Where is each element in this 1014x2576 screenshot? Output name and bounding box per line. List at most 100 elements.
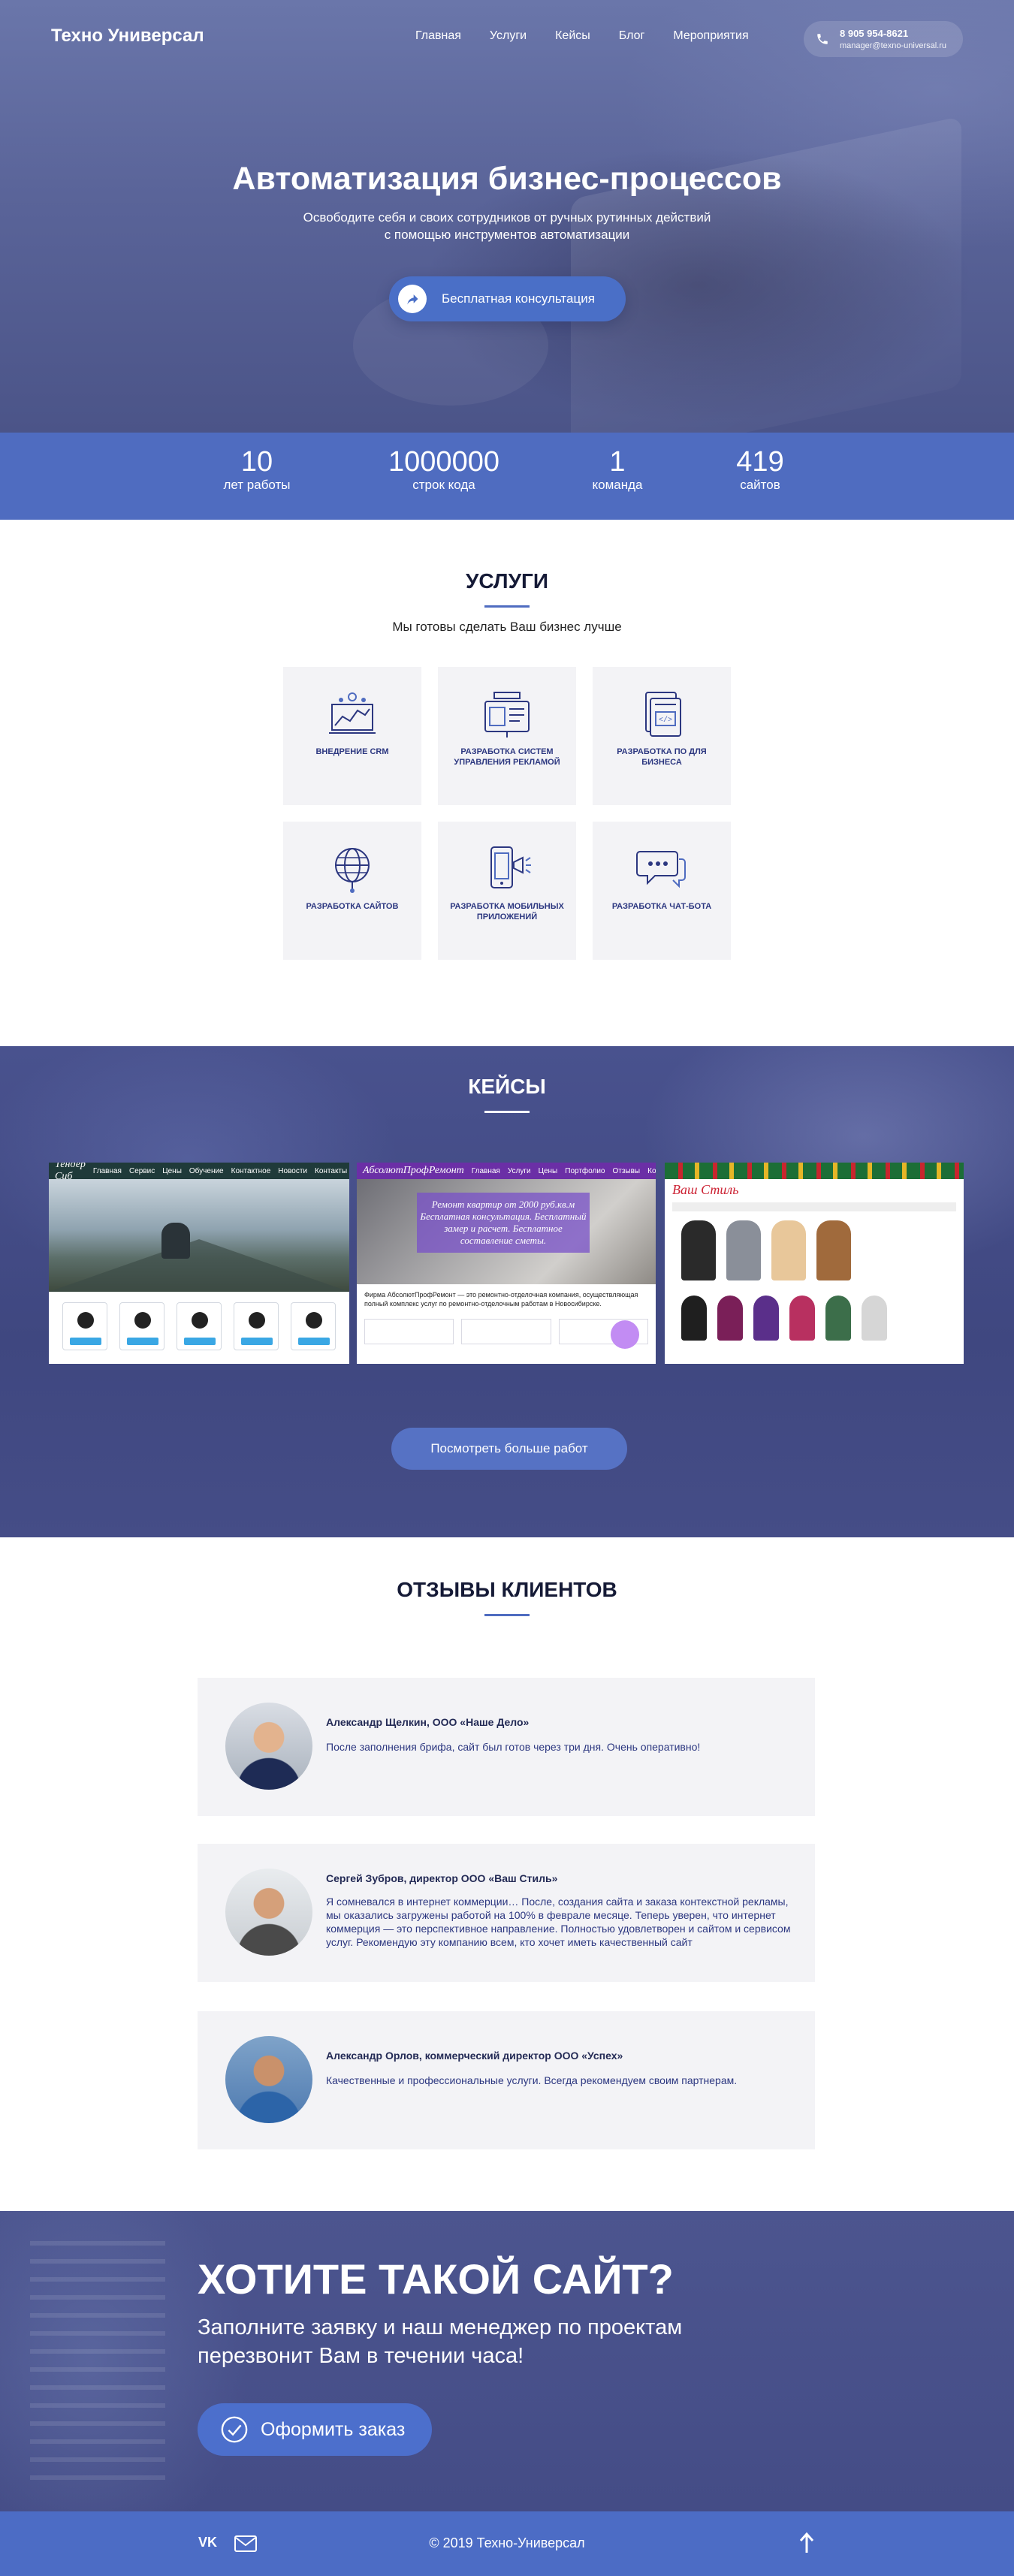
order-background-ui — [30, 2241, 165, 2489]
case3-product — [681, 1296, 707, 1341]
stat-sites-label: сайтов — [740, 478, 780, 492]
case3-products-row-2 — [665, 1288, 964, 1348]
more-works-button[interactable]: Посмотреть больше работ — [391, 1428, 627, 1470]
cases-title-underline — [484, 1111, 530, 1113]
services-title-underline — [484, 605, 530, 608]
ad-system-icon — [484, 692, 530, 738]
contact-phone[interactable]: 8 905 954-8621 — [840, 28, 908, 39]
footer: VK © 2019 Техно-Универсал — [0, 2511, 1014, 2576]
header: Техно Универсал Главная Услуги Кейсы Бло… — [0, 0, 1014, 75]
case2-callback-icon — [611, 1320, 639, 1349]
nav-blog[interactable]: Блог — [619, 29, 645, 43]
case2-nav-item: Портфолио — [565, 1166, 605, 1175]
contact-email[interactable]: manager@texno-universal.ru — [840, 41, 946, 50]
free-consultation-label: Бесплатная консультация — [442, 291, 595, 306]
case2-banner: Ремонт квартир от 2000 руб.кв.м Бесплатн… — [417, 1193, 590, 1253]
case2-nav-item: Цены — [538, 1166, 558, 1175]
case3-navbar — [672, 1202, 956, 1211]
free-consultation-button[interactable]: Бесплатная консультация — [389, 276, 626, 321]
case1-feature-icons — [49, 1292, 349, 1361]
service-websites-label: РАЗРАБОТКА САЙТОВ — [306, 902, 399, 911]
services-section: УСЛУГИ Мы готовы сделать Ваш бизнес лучш… — [0, 520, 1014, 1046]
case1-hero-image — [49, 1179, 349, 1292]
case2-nav-item: Главная — [471, 1166, 500, 1175]
review-card: Александр Щелкин, ООО «Наше Дело» После … — [198, 1678, 815, 1816]
case2-nav-item: Отзывы — [612, 1166, 641, 1175]
case1-nav-item: Новости — [278, 1166, 307, 1175]
service-crm[interactable]: ВНЕДРЕНИЕ CRM — [283, 667, 421, 805]
case-card-absolut-prof-remont[interactable]: АбсолютПрофРемонт Главная Услуги Цены По… — [357, 1163, 656, 1364]
service-mobile-apps[interactable]: РАЗРАБОТКА МОБИЛЬНЫХ ПРИЛОЖЕНИЙ — [438, 822, 576, 960]
case2-navbar: АбсолютПрофРемонт Главная Услуги Цены По… — [357, 1163, 656, 1179]
review-author: Сергей Зубров, директор ООО «Ваш Стиль» — [326, 1872, 558, 1884]
stat-years-label: лет работы — [223, 478, 291, 492]
scroll-up-icon[interactable] — [798, 2532, 816, 2554]
case1-nav-item: Обучение — [189, 1166, 224, 1175]
avatar — [225, 1703, 312, 1790]
case2-brand: АбсолютПрофРемонт — [363, 1165, 464, 1176]
stat-sites-value: 419 — [736, 446, 784, 478]
place-order-button[interactable]: Оформить заказ — [198, 2403, 432, 2456]
order-subtitle: Заполните заявку и наш менеджер по проек… — [198, 2315, 683, 2368]
case1-nav-item: Сервис — [128, 1166, 155, 1175]
hero-section: Техно Универсал Главная Услуги Кейсы Бло… — [0, 0, 1014, 433]
mobile-app-icon — [490, 846, 531, 888]
contact-pill[interactable]: 8 905 954-8621 manager@texno-universal.r… — [804, 21, 963, 57]
stat-years-value: 10 — [240, 446, 273, 478]
case3-product — [681, 1220, 716, 1280]
chat-bubble-icon — [636, 851, 686, 888]
service-crm-label: ВНЕДРЕНИЕ CRM — [315, 747, 389, 756]
case2-description: Фирма АбсолютПрофРемонт — это ремонтно-о… — [364, 1291, 638, 1308]
nav-events[interactable]: Мероприятия — [673, 29, 748, 43]
review-text: Я сомневался в интернет коммерции… После… — [326, 1896, 791, 1948]
nav-home[interactable]: Главная — [415, 29, 461, 43]
main-nav: Главная Услуги Кейсы Блог Мероприятия — [415, 29, 749, 43]
svg-text:</>: </> — [659, 716, 672, 725]
case2-nav-item: Контакты — [647, 1166, 656, 1175]
service-business-software[interactable]: </> РАЗРАБОТКА ПО ДЛЯ БИЗНЕСА — [593, 667, 731, 805]
services-grid: ВНЕДРЕНИЕ CRM РАЗРАБОТКА СИСТЕМ УПРАВЛЕН… — [283, 667, 731, 960]
services-tagline: Мы готовы сделать Ваш бизнес лучше — [392, 620, 622, 634]
service-chatbot[interactable]: РАЗРАБОТКА ЧАТ-БОТА — [593, 822, 731, 960]
share-arrow-icon — [398, 285, 427, 313]
service-mobile-apps-label: РАЗРАБОТКА МОБИЛЬНЫХ ПРИЛОЖЕНИЙ — [450, 902, 564, 922]
review-author: Александр Орлов, коммерческий директор О… — [326, 2050, 623, 2062]
case1-feature-pie-icon — [62, 1302, 107, 1350]
service-websites[interactable]: РАЗРАБОТКА САЙТОВ — [283, 822, 421, 960]
review-author: Александр Щелкин, ООО «Наше Дело» — [326, 1716, 530, 1728]
site-logo[interactable]: Техно Универсал — [51, 26, 204, 47]
service-ad-systems[interactable]: РАЗРАБОТКА СИСТЕМ УПРАВЛЕНИЯ РЕКЛАМОЙ — [438, 667, 576, 805]
avatar — [225, 1869, 312, 1956]
case3-product — [726, 1220, 761, 1280]
case3-product — [816, 1220, 851, 1280]
avatar — [225, 2036, 312, 2123]
case1-feature-target-icon — [234, 1302, 279, 1350]
case1-mountain-shape — [49, 1239, 349, 1292]
review-card: Сергей Зубров, директор ООО «Ваш Стиль» … — [198, 1844, 815, 1982]
phone-icon — [817, 34, 828, 44]
stat-team-label: команда — [592, 478, 643, 492]
case2-nav-item: Услуги — [507, 1166, 531, 1175]
crm-dashboard-icon — [329, 692, 376, 734]
reviews-section: ОТЗЫВЫ КЛИЕНТОВ Александр Щелкин, ООО «Н… — [0, 1537, 1014, 2211]
case-card-vash-stil[interactable]: Ваш Стиль — [665, 1163, 964, 1364]
copyright: © 2019 Техно-Универсал — [429, 2535, 585, 2550]
case3-products-row-1 — [665, 1213, 964, 1288]
stat-years: 10 лет работы — [216, 446, 297, 493]
stat-code-lines: 1000000 строк кода — [376, 446, 512, 493]
case1-feature-pen-icon — [177, 1302, 222, 1350]
case3-product — [789, 1296, 815, 1341]
code-document-icon: </> — [645, 692, 681, 737]
case1-nav-item: Контактное — [231, 1166, 271, 1175]
case1-nav-item: Цены — [162, 1166, 182, 1175]
service-chatbot-label: РАЗРАБОТКА ЧАТ-БОТА — [611, 902, 712, 911]
nav-cases[interactable]: Кейсы — [555, 29, 590, 43]
case2-hero-image: Ремонт квартир от 2000 руб.кв.м Бесплатн… — [357, 1179, 656, 1284]
service-business-software-label: РАЗРАБОТКА ПО ДЛЯ БИЗНЕСА — [617, 747, 707, 767]
order-cta-section: ХОТИТЕ ТАКОЙ САЙТ? Заполните заявку и на… — [0, 2211, 1014, 2511]
stat-team: 1 команда — [580, 446, 655, 493]
case-card-tender-sib[interactable]: Тендер Сиб Главная Сервис Цены Обучение … — [49, 1163, 349, 1364]
order-title: ХОТИТЕ ТАКОЙ САЙТ? — [198, 2255, 674, 2303]
nav-services[interactable]: Услуги — [490, 29, 527, 43]
case3-brand: Ваш Стиль — [672, 1182, 739, 1197]
